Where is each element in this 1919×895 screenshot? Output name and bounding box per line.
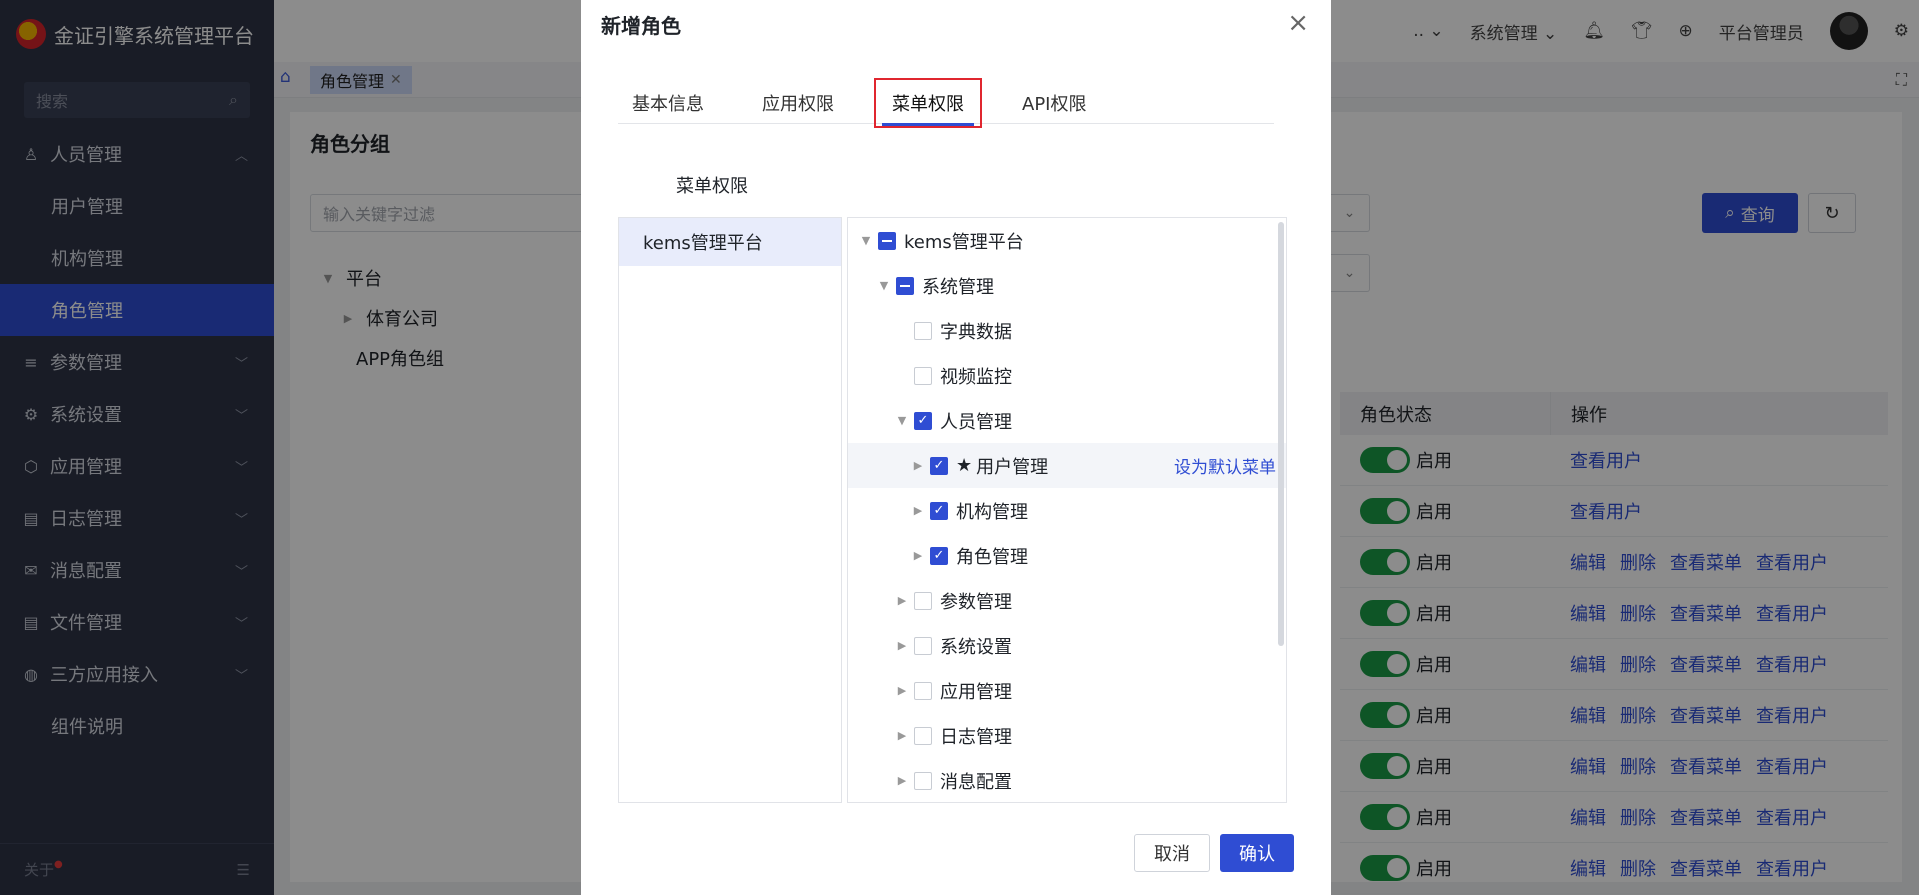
app-item-kems[interactable]: kems管理平台 (619, 218, 841, 266)
tab-api-permission[interactable]: API权限 (1008, 82, 1100, 124)
checkbox[interactable]: ✓ (930, 456, 948, 475)
close-icon[interactable]: × (1287, 8, 1309, 38)
cancel-button[interactable]: 取消 (1134, 834, 1210, 872)
checkbox[interactable]: ✓ (930, 546, 948, 565)
tree-node-label: 角色管理 (956, 546, 1028, 568)
tree-node[interactable]: ▶ 系统设置 (848, 623, 1286, 668)
tree-node-label: 字典数据 (940, 321, 1012, 343)
tree-node-label: 视频监控 (940, 366, 1012, 388)
tree-node-label: 消息配置 (940, 771, 1012, 793)
tree-node-label: 人员管理 (940, 411, 1012, 433)
confirm-button[interactable]: 确认 (1220, 834, 1294, 872)
tree-node-label: 机构管理 (956, 501, 1028, 523)
set-default-menu-link[interactable]: 设为默认菜单 (1174, 453, 1276, 478)
tree-node[interactable]: ▼ 系统管理 (848, 263, 1286, 308)
tree-node-label: kems管理平台 (904, 231, 1024, 253)
checkbox[interactable] (914, 636, 932, 655)
checkbox[interactable] (914, 321, 932, 340)
tree-node[interactable]: ▼ ✓ 人员管理 (848, 398, 1286, 443)
tree-node-label: 应用管理 (940, 681, 1012, 703)
checkbox[interactable] (914, 366, 932, 385)
add-role-dialog: 新增角色 × 基本信息 应用权限 菜单权限 API权限 菜单权限 kems管理平… (581, 0, 1331, 895)
scrollbar[interactable] (1278, 222, 1284, 646)
tree-node[interactable]: ▶ ✓ 角色管理 (848, 533, 1286, 578)
caret-right-icon[interactable]: ▶ (910, 504, 926, 517)
caret-right-icon[interactable]: ▶ (894, 684, 910, 697)
menu-permission-label: 菜单权限 (676, 176, 748, 197)
checkbox[interactable]: ✓ (914, 411, 932, 430)
tab-menu-permission[interactable]: 菜单权限 (874, 78, 982, 128)
checkbox[interactable] (896, 276, 914, 295)
app-list: kems管理平台 (618, 217, 842, 803)
menu-permission-tree: ▼ kems管理平台 ▼ 系统管理字典数据视频监控 ▼ ✓ 人员管理 ▶ ✓ ★ 用户管理 设为默认菜… (847, 217, 1287, 803)
star-icon: ★ (956, 455, 973, 476)
checkbox[interactable]: ✓ (930, 501, 948, 520)
dialog-title: 新增角色 (601, 14, 681, 38)
caret-down-icon[interactable]: ▼ (894, 414, 910, 427)
tab-basic-info[interactable]: 基本信息 (618, 82, 718, 124)
checkbox[interactable] (914, 726, 932, 745)
caret-right-icon[interactable]: ▶ (894, 594, 910, 607)
tree-node-label: 系统设置 (940, 636, 1012, 658)
tree-nodes: ▼ kems管理平台 ▼ 系统管理字典数据视频监控 ▼ ✓ 人员管理 ▶ ✓ ★ 用户管理 设为默认菜… (848, 218, 1286, 802)
caret-down-icon[interactable]: ▼ (876, 279, 892, 292)
tab-app-permission[interactable]: 应用权限 (748, 82, 848, 124)
caret-down-icon[interactable]: ▼ (858, 234, 874, 247)
tree-node[interactable]: ▶ 日志管理 (848, 713, 1286, 758)
tree-node[interactable]: 视频监控 (848, 353, 1286, 398)
tree-node[interactable]: 字典数据 (848, 308, 1286, 353)
caret-right-icon[interactable]: ▶ (894, 639, 910, 652)
tree-node-label: 用户管理 (976, 456, 1049, 478)
checkbox[interactable] (914, 681, 932, 700)
tree-node-label: 系统管理 (922, 276, 994, 298)
caret-right-icon[interactable]: ▶ (894, 774, 910, 787)
dialog-tabs: 基本信息 应用权限 菜单权限 API权限 (618, 78, 1274, 128)
tree-node[interactable]: ▼ kems管理平台 (848, 218, 1286, 263)
caret-right-icon[interactable]: ▶ (894, 729, 910, 742)
caret-right-icon[interactable]: ▶ (910, 549, 926, 562)
checkbox[interactable] (914, 591, 932, 610)
tree-node-label: 参数管理 (940, 591, 1012, 613)
caret-right-icon[interactable]: ▶ (910, 459, 926, 472)
tree-node[interactable]: ▶ ✓ 机构管理 (848, 488, 1286, 533)
tree-node[interactable]: ▶ 应用管理 (848, 668, 1286, 713)
tree-node[interactable]: ▶ ✓ ★ 用户管理 设为默认菜单 (848, 443, 1286, 488)
tree-node[interactable]: ▶ 消息配置 (848, 758, 1286, 802)
tree-node-label: 日志管理 (940, 726, 1012, 748)
tree-node[interactable]: ▶ 参数管理 (848, 578, 1286, 623)
checkbox[interactable] (914, 771, 932, 790)
checkbox[interactable] (878, 231, 896, 250)
